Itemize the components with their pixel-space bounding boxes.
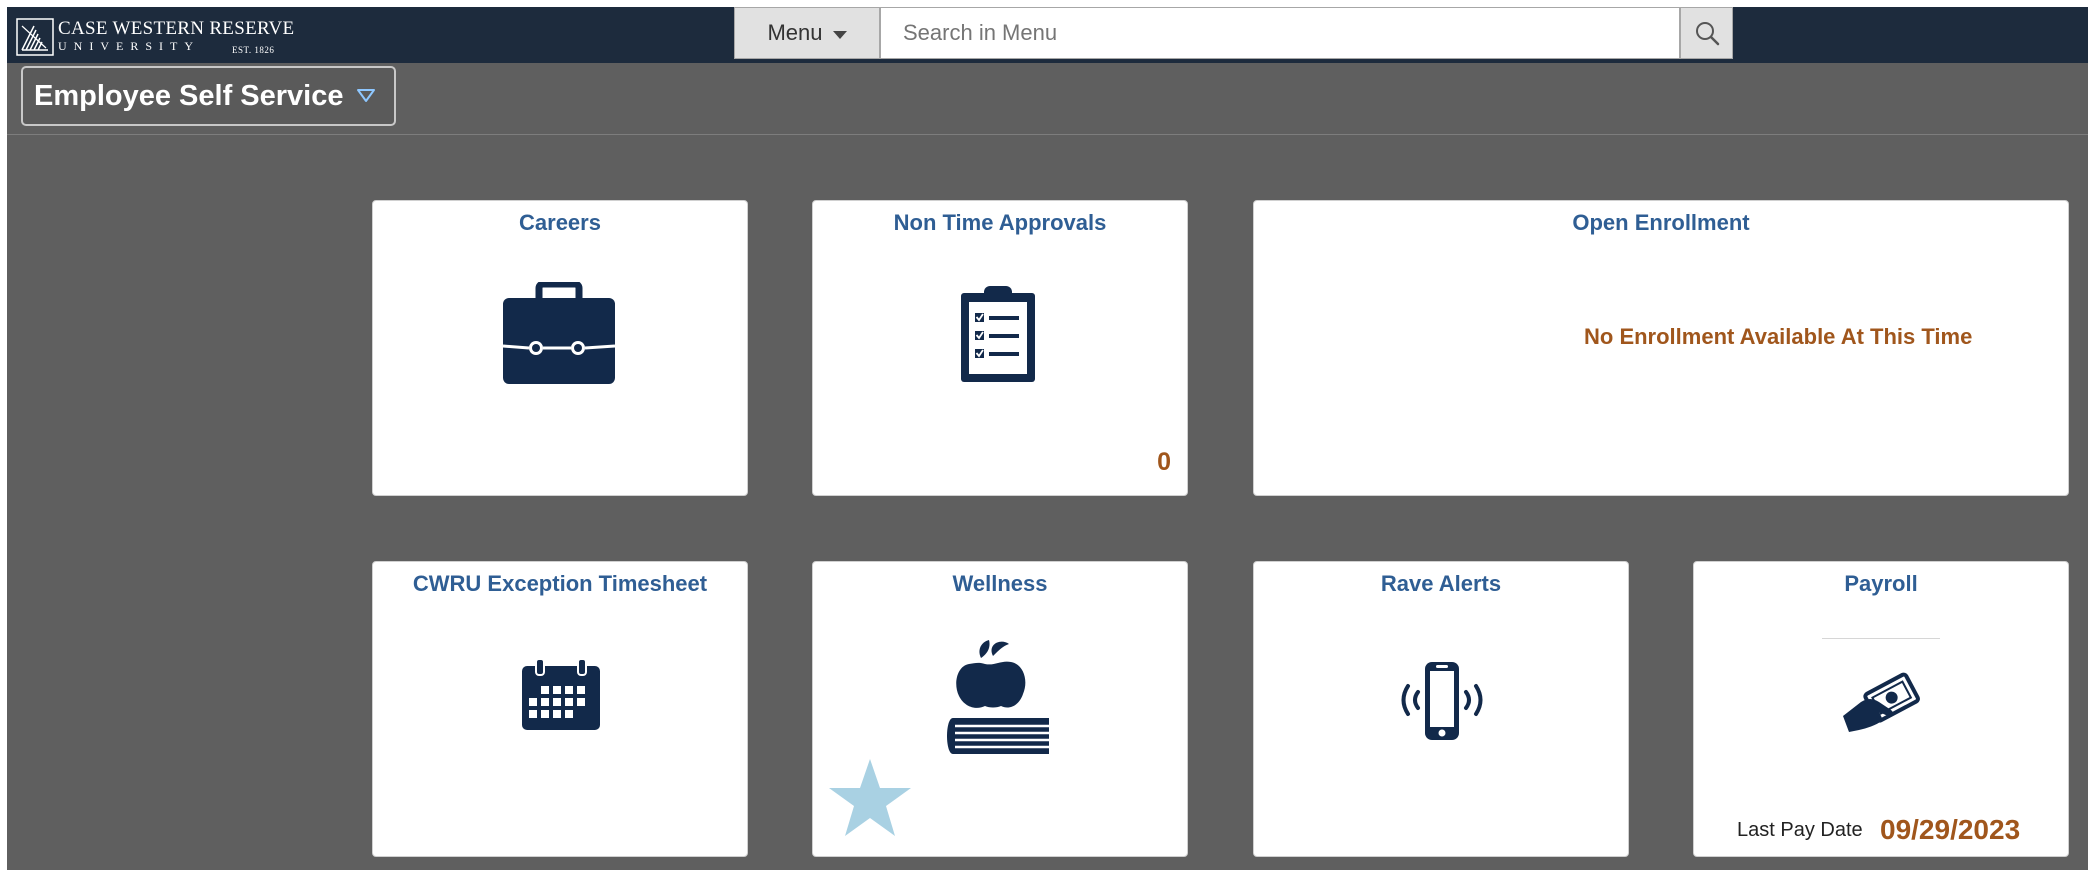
tile-open-enrollment[interactable]: Open Enrollment No Enrollment Available … <box>1253 200 2069 496</box>
divider <box>1822 638 1940 639</box>
last-pay-date-value: 09/29/2023 <box>1880 814 2021 845</box>
tile-cwru-exception-timesheet[interactable]: CWRU Exception Timesheet <box>372 561 748 857</box>
tile-payroll[interactable]: Payroll Last Pay Date 09/29/2023 <box>1693 561 2069 857</box>
homepage-header: Employee Self Service <box>7 63 2088 135</box>
calendar-icon <box>522 658 600 730</box>
tile-rave-alerts[interactable]: Rave Alerts <box>1253 561 1629 857</box>
menu-button[interactable]: Menu <box>734 7 880 59</box>
apple-on-book-icon <box>947 640 1049 754</box>
tile-wellness[interactable]: Wellness <box>812 561 1188 857</box>
logo-line2: UNIVERSITY <box>58 39 200 53</box>
tile-title: Payroll <box>1844 571 1918 596</box>
search-button[interactable] <box>1680 7 1733 59</box>
tile-title: CWRU Exception Timesheet <box>412 571 708 596</box>
hand-with-money-icon <box>1843 672 1920 732</box>
tile-title: Rave Alerts <box>1380 571 1502 596</box>
enrollment-message: No Enrollment Available At This Time <box>1584 324 1973 349</box>
logo-established: EST. 1826 <box>232 45 275 55</box>
triangle-down-icon <box>356 89 375 102</box>
tile-title: Wellness <box>952 571 1048 596</box>
menu-label: Menu <box>767 20 823 45</box>
tile-title: Non Time Approvals <box>893 210 1107 235</box>
tile-title: Open Enrollment <box>1572 210 1750 235</box>
university-logo[interactable]: CASE WESTERN RESERVE UNIVERSITY EST. 182… <box>16 16 294 58</box>
star-icon[interactable] <box>827 757 913 839</box>
logo-line1: CASE WESTERN RESERVE <box>58 18 295 39</box>
caret-down-icon <box>832 31 847 39</box>
search-icon <box>1695 22 1719 46</box>
tile-non-time-approvals[interactable]: Non Time Approvals 0 <box>812 200 1188 496</box>
briefcase-icon <box>502 282 616 384</box>
last-pay-date-label: Last Pay Date <box>1737 819 1863 841</box>
clipboard-checklist-icon <box>961 286 1035 382</box>
search-input[interactable] <box>880 7 1680 59</box>
vibrating-phone-icon <box>1401 662 1483 740</box>
app-frame: CASE WESTERN RESERVE UNIVERSITY EST. 182… <box>7 7 2088 870</box>
approvals-count: 0 <box>1157 448 1171 476</box>
homepage-title: Employee Self Service <box>34 79 344 112</box>
seal-icon <box>16 18 54 56</box>
tile-careers[interactable]: Careers <box>372 200 748 496</box>
top-banner: CASE WESTERN RESERVE UNIVERSITY EST. 182… <box>7 7 2088 63</box>
homepage-selector[interactable]: Employee Self Service <box>21 66 396 126</box>
tile-title: Careers <box>519 210 601 235</box>
